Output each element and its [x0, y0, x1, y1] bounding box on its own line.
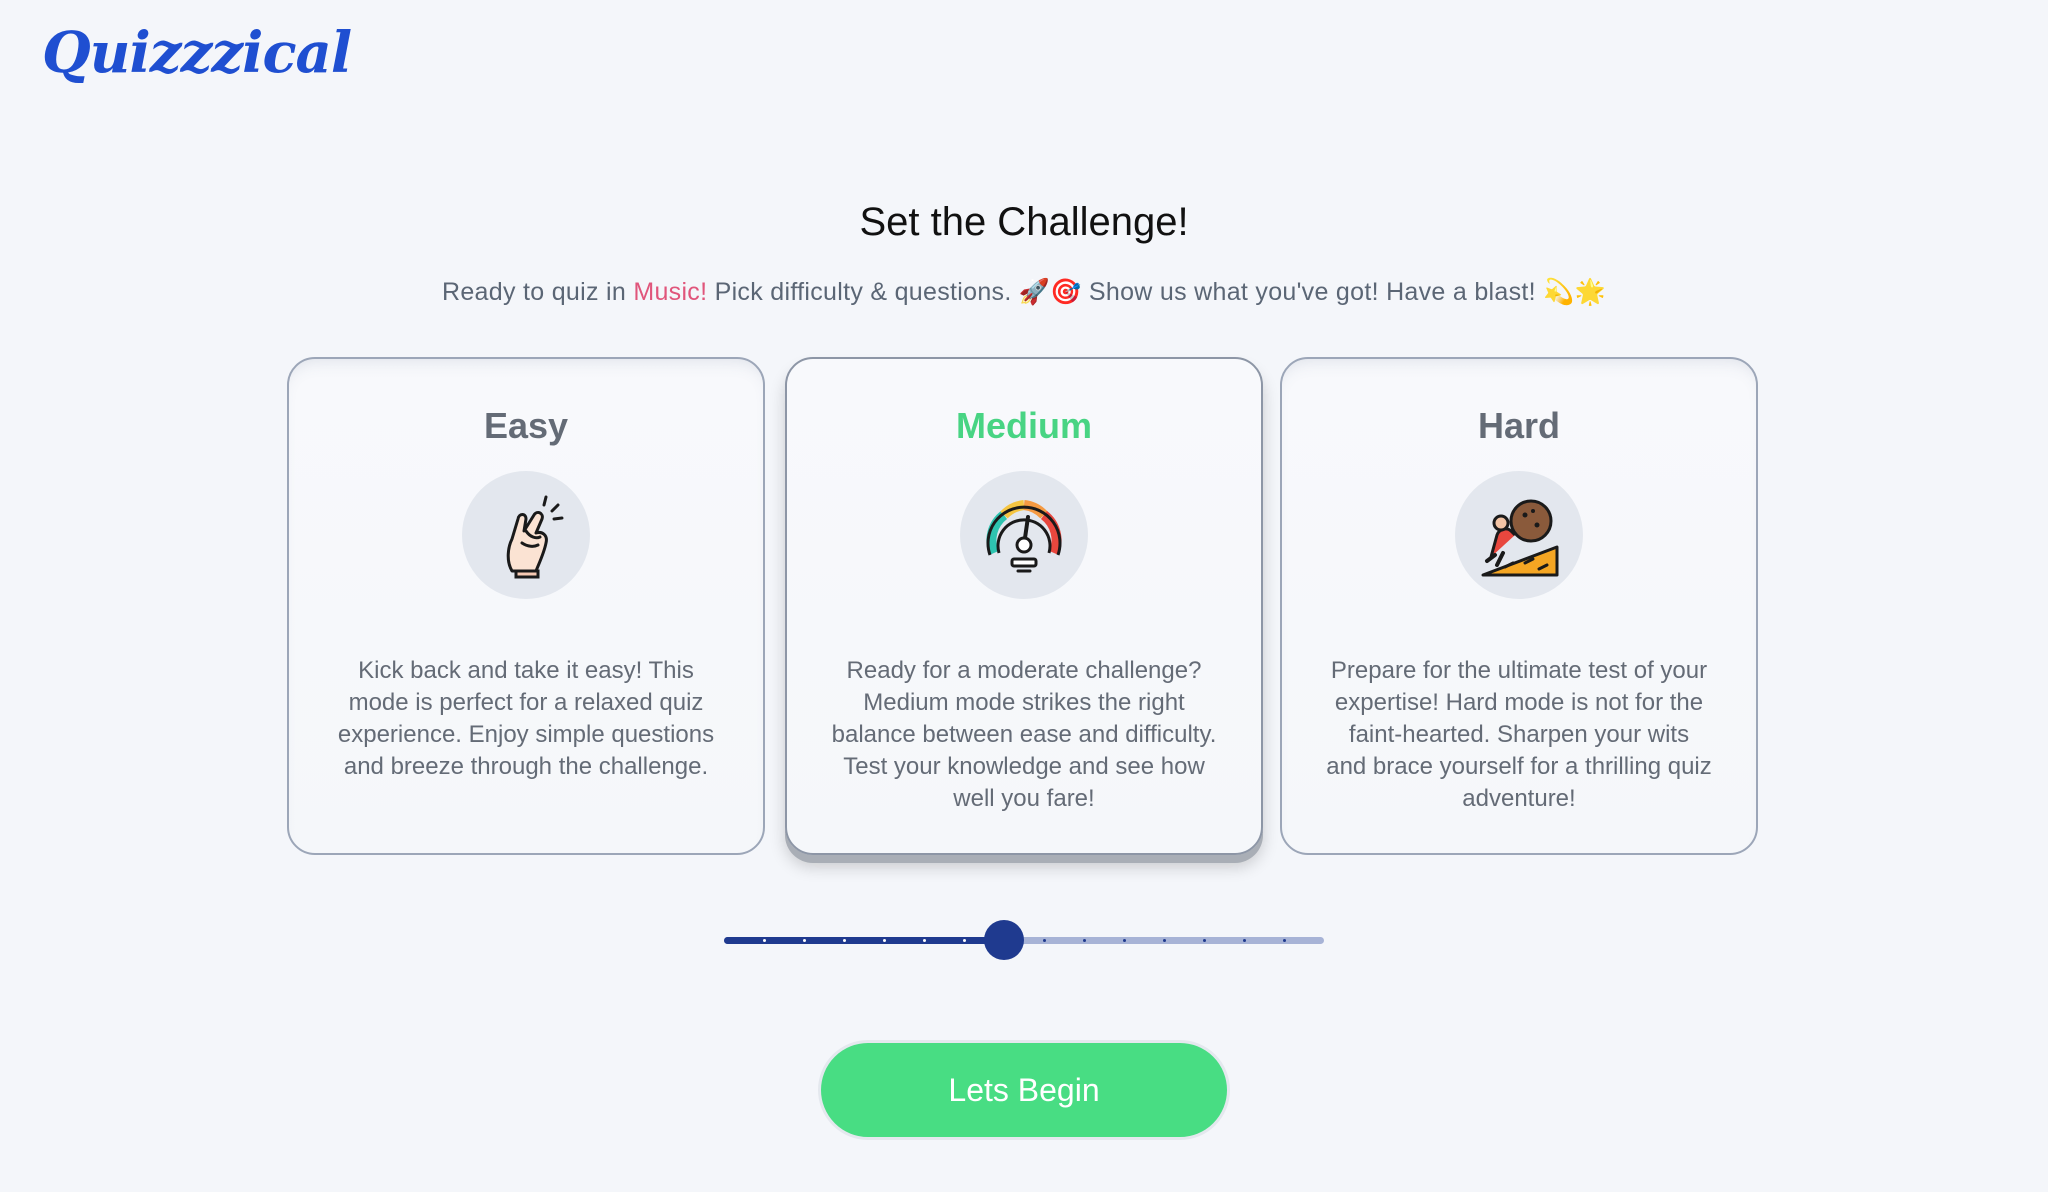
slider-tick	[762, 939, 766, 942]
difficulty-card-description: Ready for a moderate challenge? Medium m…	[831, 657, 1217, 812]
page-title: Set the Challenge!	[859, 200, 1189, 244]
slider-tick	[1082, 939, 1086, 942]
difficulty-card-title: Easy	[483, 405, 569, 446]
pushing-boulder-uphill-icon	[1455, 471, 1583, 599]
difficulty-card-description: Kick back and take it easy! This mode is…	[337, 657, 715, 780]
slider-thumb[interactable]	[984, 920, 1024, 960]
slider-tick	[802, 939, 806, 942]
difficulty-card-medium[interactable]: Medium Ready for a moderate challenge? M…	[785, 357, 1263, 855]
slider-tick	[1282, 939, 1286, 942]
question-count-slider[interactable]	[724, 916, 1328, 964]
snapping-fingers-icon	[462, 471, 590, 599]
difficulty-card-title: Medium	[955, 405, 1092, 446]
slider-tick	[1162, 939, 1166, 942]
slider-tick	[882, 939, 886, 942]
slider-tick	[842, 939, 846, 942]
difficulty-card-easy[interactable]: Easy Kick back and take it easy! This mo…	[287, 357, 765, 855]
subtitle-suffix: Pick difficulty & questions. 🚀🎯 Show us …	[707, 278, 1606, 306]
slider-tick	[1042, 939, 1046, 942]
difficulty-card-description: Prepare for the ultimate test of your ex…	[1326, 657, 1712, 812]
speedometer-icon	[960, 471, 1088, 599]
difficulty-card-hard[interactable]: Hard Prepare for the ultimate test of yo…	[1280, 357, 1758, 855]
slider-tick	[962, 939, 966, 942]
slider-tick	[1202, 939, 1206, 942]
slider-tick	[922, 939, 926, 942]
page-subtitle: Ready to quiz in Music! Pick difficulty …	[0, 278, 2048, 307]
subtitle-prefix: Ready to quiz in	[441, 278, 634, 306]
lets-begin-button[interactable]: Lets Begin	[818, 1040, 1230, 1140]
app-logo[interactable]: Quizzzical	[42, 20, 352, 86]
slider-tick	[1122, 939, 1126, 942]
category-name: Music	[633, 278, 701, 306]
difficulty-card-title: Hard	[1477, 405, 1561, 446]
slider-tick	[1242, 939, 1246, 942]
